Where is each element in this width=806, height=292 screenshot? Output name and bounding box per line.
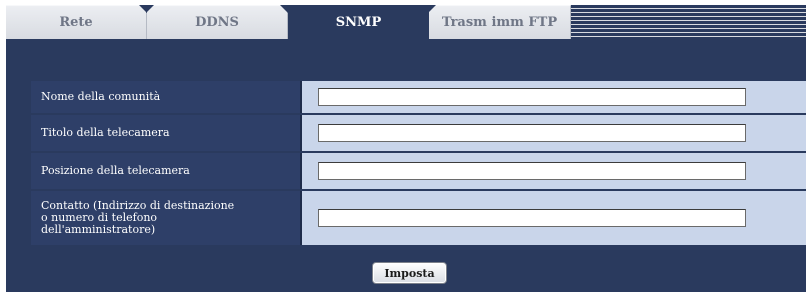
camera-location-input[interactable]: [318, 162, 746, 180]
camera-location-cell: [302, 153, 806, 189]
tab-notch: [428, 5, 436, 13]
snmp-form: Nome della comunità Titolo della telecam…: [31, 81, 806, 247]
form-row-contact: Contatto (Indirizzo di destinazione o nu…: [31, 191, 806, 245]
tab-trasm-imm-ftp-label: Trasm imm FTP: [441, 15, 558, 30]
contact-input[interactable]: [318, 209, 746, 227]
community-name-cell: [302, 81, 806, 113]
tab-snmp-label: SNMP: [335, 14, 382, 30]
form-row-camera-title: Titolo della telecamera: [31, 115, 806, 151]
contact-label: Contatto (Indirizzo di destinazione o nu…: [31, 191, 302, 245]
camera-title-input[interactable]: [318, 124, 746, 142]
imposta-button-label: Imposta: [384, 266, 435, 280]
tab-notch: [146, 5, 154, 13]
tab-rete[interactable]: Rete: [6, 5, 147, 39]
tab-ddns-label: DDNS: [195, 15, 239, 30]
tab-ddns[interactable]: DDNS: [146, 5, 288, 39]
camera-title-cell: [302, 115, 806, 151]
contact-cell: [302, 191, 806, 245]
tab-snmp[interactable]: SNMP: [288, 5, 429, 39]
tab-notch: [139, 5, 147, 13]
tab-bar-filler: [571, 5, 806, 39]
camera-location-label: Posizione della telecamera: [31, 153, 302, 189]
tab-rete-label: Rete: [59, 15, 93, 30]
camera-title-label: Titolo della telecamera: [31, 115, 302, 151]
tab-notch: [280, 5, 288, 13]
form-row-camera-location: Posizione della telecamera: [31, 153, 806, 189]
imposta-button[interactable]: Imposta: [372, 262, 447, 284]
tab-bar: Rete DDNS SNMP Trasm imm FTP: [6, 5, 806, 39]
community-name-input[interactable]: [318, 88, 746, 106]
community-name-label: Nome della comunità: [31, 81, 302, 113]
tab-trasm-imm-ftp[interactable]: Trasm imm FTP: [428, 5, 571, 39]
form-row-community: Nome della comunità: [31, 81, 806, 113]
